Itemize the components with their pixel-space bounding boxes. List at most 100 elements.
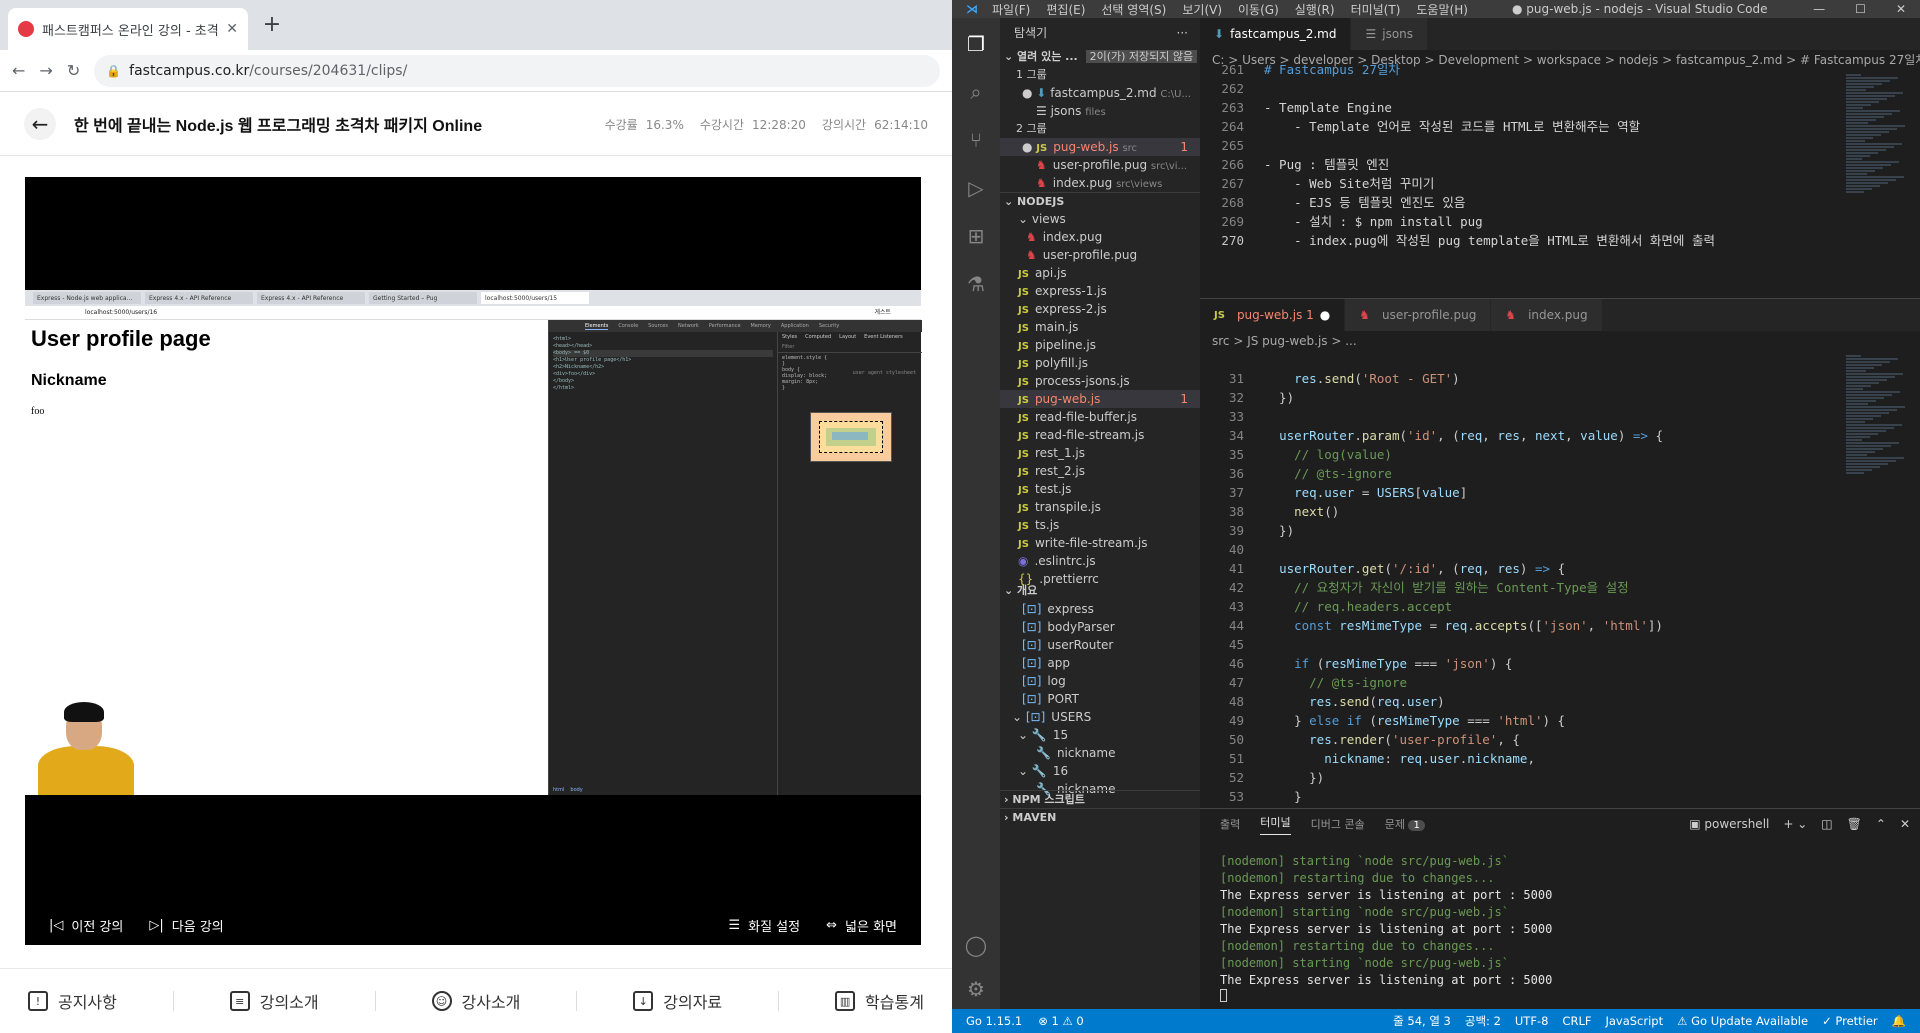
status-prettier[interactable]: ✓ Prettier: [1822, 1014, 1878, 1028]
menu-terminal[interactable]: 터미널(T): [1351, 1, 1401, 18]
nav-stats[interactable]: ▥ 학습통계: [835, 989, 924, 1013]
file-tree-item[interactable]: JS test.js: [1000, 480, 1200, 498]
status-problems[interactable]: ⊗ 1 ⚠ 0: [1038, 1014, 1084, 1028]
close-panel-icon[interactable]: ✕: [1900, 817, 1910, 831]
outline-item[interactable]: ⌄ 🔧 15: [1000, 726, 1200, 744]
markdown-code[interactable]: 261 # Fastcampus 27일차 262 263- Template Eng…: [1200, 60, 1715, 250]
trash-icon[interactable]: 🗑: [1847, 817, 1862, 831]
file-tree-item[interactable]: JS main.js: [1000, 318, 1200, 336]
wide-screen-button[interactable]: ⇔ 넓은 화면: [826, 916, 897, 935]
outline-item[interactable]: ⌄ 🔧 16: [1000, 762, 1200, 780]
status-cursor-position[interactable]: 줄 54, 열 3: [1393, 1013, 1451, 1029]
extensions-icon[interactable]: ⊞: [968, 224, 985, 248]
file-tree-item[interactable]: JS pug-web.js 1: [1000, 390, 1200, 408]
project-header[interactable]: ⌄ NODEJS: [1000, 192, 1200, 210]
file-tree-item[interactable]: JS polyfill.js: [1000, 354, 1200, 372]
nav-instructor-intro[interactable]: ☺ 강사소개: [431, 989, 520, 1013]
outline-item[interactable]: [⊡] bodyParser: [1000, 618, 1200, 636]
editor-tab[interactable]: ⬇ fastcampus_2.md: [1200, 18, 1352, 50]
panel-tab-output[interactable]: 출력: [1220, 816, 1240, 832]
file-tree-item[interactable]: JS ts.js: [1000, 516, 1200, 534]
close-window-icon[interactable]: ✕: [1896, 0, 1906, 18]
outline-header[interactable]: ⌄ 개요: [1000, 582, 1200, 600]
maven-header[interactable]: › MAVEN: [1000, 808, 1200, 826]
explorer-icon[interactable]: ❐: [967, 32, 985, 56]
file-tree-item[interactable]: ⌄ views: [1000, 210, 1200, 228]
npm-scripts-header[interactable]: › NPM 스크립트: [1000, 790, 1200, 808]
close-tab-icon[interactable]: ✕: [226, 21, 238, 37]
file-tree-item[interactable]: JS rest_2.js: [1000, 462, 1200, 480]
new-tab-icon[interactable]: +: [258, 12, 286, 37]
nav-notice[interactable]: ! 공지사항: [27, 989, 117, 1013]
status-go-version[interactable]: Go 1.15.1: [966, 1014, 1022, 1028]
file-tree-item[interactable]: ♞ user-profile.pug: [1000, 246, 1200, 264]
editor-tab[interactable]: ☰ jsons: [1351, 18, 1429, 50]
panel-tab-debug-console[interactable]: 디버그 콘솔: [1311, 816, 1365, 832]
open-editor-item[interactable]: ● ⬇ fastcampus_2.md C:\U...: [1000, 84, 1200, 102]
maximize-panel-icon[interactable]: ⌃: [1876, 817, 1886, 831]
file-tree-item[interactable]: JS process-jsons.js: [1000, 372, 1200, 390]
add-terminal-icon[interactable]: + ⌄: [1783, 817, 1807, 831]
manage-gear-icon[interactable]: ⚙: [967, 977, 985, 1001]
outline-item[interactable]: [⊡] log: [1000, 672, 1200, 690]
panel-tab-problems[interactable]: 문제 1: [1385, 816, 1425, 832]
status-eol[interactable]: CRLF: [1562, 1014, 1591, 1028]
open-editor-item[interactable]: ● JS pug-web.js src 1: [1000, 138, 1200, 156]
source-control-icon[interactable]: ⑂: [970, 128, 982, 152]
more-actions-icon[interactable]: ···: [1177, 24, 1188, 42]
file-tree-item[interactable]: ♞ index.pug: [1000, 228, 1200, 246]
menu-view[interactable]: 보기(V): [1182, 1, 1222, 18]
outline-item[interactable]: [⊡] PORT: [1000, 690, 1200, 708]
maximize-icon[interactable]: ☐: [1855, 0, 1866, 18]
testing-icon[interactable]: ⚗: [967, 272, 985, 296]
reload-icon[interactable]: ↻: [67, 61, 80, 80]
address-bar[interactable]: 🔒 fastcampus.co.kr/courses/204631/clips/: [94, 54, 940, 87]
notifications-bell-icon[interactable]: 🔔: [1892, 1014, 1906, 1028]
editor-tab[interactable]: ♞ user-profile.pug: [1345, 299, 1492, 331]
menu-file[interactable]: 파일(F): [992, 1, 1030, 18]
terminal-shell-selector[interactable]: ▣ powershell: [1689, 817, 1769, 831]
file-tree-item[interactable]: JS write-file-stream.js: [1000, 534, 1200, 552]
outline-item[interactable]: [⊡] express: [1000, 600, 1200, 618]
search-icon[interactable]: ⌕: [970, 80, 981, 104]
menu-run[interactable]: 실행(R): [1295, 1, 1335, 18]
menu-help[interactable]: 도움말(H): [1416, 1, 1468, 18]
status-indent[interactable]: 공백: 2: [1465, 1013, 1501, 1029]
minimap[interactable]: [1846, 74, 1906, 254]
menu-go[interactable]: 이동(G): [1238, 1, 1279, 18]
nav-materials[interactable]: ↓ 강의자료: [633, 989, 722, 1013]
file-tree-item[interactable]: JS api.js: [1000, 264, 1200, 282]
split-terminal-icon[interactable]: ◫: [1821, 817, 1832, 831]
outline-item[interactable]: [⊡] app: [1000, 654, 1200, 672]
menu-edit[interactable]: 편집(E): [1046, 1, 1085, 18]
browser-tab[interactable]: 패스트캠퍼스 온라인 강의 - 초격 ✕: [8, 8, 248, 50]
run-debug-icon[interactable]: ▷: [968, 176, 983, 200]
status-encoding[interactable]: UTF-8: [1515, 1014, 1549, 1028]
outline-item[interactable]: ⌄ [⊡] USERS: [1000, 708, 1200, 726]
open-editor-item[interactable]: ♞ user-profile.pug src\vi...: [1000, 156, 1200, 174]
account-icon[interactable]: ◯: [965, 933, 987, 957]
status-go-update[interactable]: ⚠ Go Update Available: [1677, 1014, 1808, 1028]
file-tree-item[interactable]: JS read-file-buffer.js: [1000, 408, 1200, 426]
file-tree-item[interactable]: JS express-2.js: [1000, 300, 1200, 318]
js-code[interactable]: 31 res.send('Root - GET') 32 }) 33 34 us…: [1200, 350, 1663, 825]
menu-selection[interactable]: 선택 영역(S): [1101, 1, 1166, 18]
open-editors-header[interactable]: ⌄ 열려 있는 ... 2이(가) 저장되지 않음: [1000, 48, 1200, 66]
file-tree-item[interactable]: ◉ .eslintrc.js: [1000, 552, 1200, 570]
minimap[interactable]: [1846, 355, 1906, 495]
outline-item[interactable]: [⊡] userRouter: [1000, 636, 1200, 654]
editor-tab[interactable]: JS pug-web.js 1 ●: [1200, 299, 1346, 331]
prev-lecture-button[interactable]: |◁ 이전 강의: [49, 916, 123, 935]
open-editor-item[interactable]: ☰ jsons files: [1000, 102, 1200, 120]
back-arrow-button[interactable]: ←: [24, 107, 56, 140]
forward-icon[interactable]: →: [39, 61, 52, 80]
editor-tab[interactable]: ♞ index.pug: [1491, 299, 1603, 331]
terminal-output[interactable]: [nodemon] starting `node src/pug-web.js`…: [1220, 853, 1552, 1002]
panel-tab-terminal[interactable]: 터미널: [1260, 814, 1291, 835]
nav-course-intro[interactable]: ≡ 강의소개: [229, 989, 319, 1013]
next-lecture-button[interactable]: ▷| 다음 강의: [149, 916, 223, 935]
back-icon[interactable]: ←: [12, 61, 25, 80]
minimize-icon[interactable]: —: [1813, 0, 1825, 18]
quality-button[interactable]: ☰ 화질 설정: [728, 916, 800, 935]
file-tree-item[interactable]: JS rest_1.js: [1000, 444, 1200, 462]
